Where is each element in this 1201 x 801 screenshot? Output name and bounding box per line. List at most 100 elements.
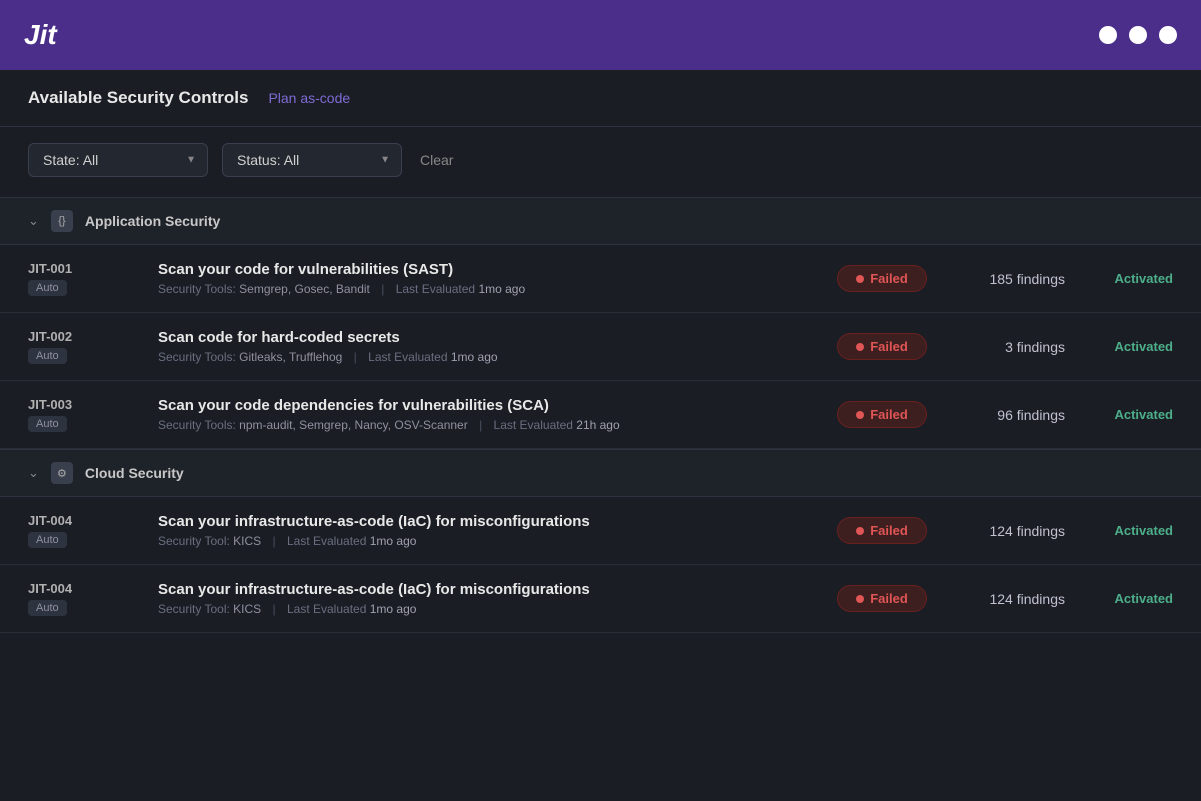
item-badge-0-0: Auto: [28, 280, 67, 296]
status-badge-0-1: Failed: [837, 333, 927, 360]
activated-label-1-1: Activated: [1093, 591, 1173, 606]
header-actions: [1099, 26, 1177, 44]
activated-label-1-0: Activated: [1093, 523, 1173, 538]
status-label-0-0: Failed: [870, 271, 908, 286]
section-header-app-security: ⌄ {} Application Security: [0, 197, 1201, 245]
findings-1-0: 124 findings: [955, 523, 1065, 539]
findings-0-1: 3 findings: [955, 339, 1065, 355]
state-filter-select[interactable]: State: All Activated Deactivated: [28, 143, 208, 177]
section-header-cloud-security: ⌄ ⚙ Cloud Security: [0, 449, 1201, 497]
status-badge-1-0: Failed: [837, 517, 927, 544]
item-right-0-0: Failed 185 findings Activated: [837, 265, 1173, 292]
item-id-1-0: JIT-004: [28, 513, 158, 528]
item-left-0-2: JIT-003 Auto: [28, 397, 158, 432]
item-meta-0-1: Security Tools: Gitleaks, Trufflehog | L…: [158, 350, 817, 364]
item-right-0-2: Failed 96 findings Activated: [837, 401, 1173, 428]
findings-0-0: 185 findings: [955, 271, 1065, 287]
eval-label-1-1: Last Evaluated: [287, 602, 366, 616]
item-badge-0-2: Auto: [28, 416, 67, 432]
page-title: Available Security Controls: [28, 88, 248, 108]
section-title-app-security: Application Security: [85, 213, 220, 229]
findings-1-1: 124 findings: [955, 591, 1065, 607]
eval-value-1-1: 1mo ago: [370, 602, 417, 616]
item-title-1-0: Scan your infrastructure-as-code (IaC) f…: [158, 513, 817, 530]
item-right-1-1: Failed 124 findings Activated: [837, 585, 1173, 612]
eval-label-0-1: Last Evaluated: [368, 350, 447, 364]
header-dot-1[interactable]: [1099, 26, 1117, 44]
tools-label-1-0: Security Tool:: [158, 534, 230, 548]
item-id-1-1: JIT-004: [28, 581, 158, 596]
state-filter-wrapper: State: All Activated Deactivated: [28, 143, 208, 177]
item-left-1-1: JIT-004 Auto: [28, 581, 158, 616]
tools-label-1-1: Security Tool:: [158, 602, 230, 616]
eval-value-0-2: 21h ago: [576, 418, 619, 432]
item-left-0-0: JIT-001 Auto: [28, 261, 158, 296]
item-title-1-1: Scan your infrastructure-as-code (IaC) f…: [158, 581, 817, 598]
separator-0-2: |: [479, 418, 482, 432]
item-center-1-0: Scan your infrastructure-as-code (IaC) f…: [158, 513, 817, 548]
item-right-1-0: Failed 124 findings Activated: [837, 517, 1173, 544]
eval-value-1-0: 1mo ago: [370, 534, 417, 548]
item-title-0-1: Scan code for hard-coded secrets: [158, 329, 817, 346]
eval-label-1-0: Last Evaluated: [287, 534, 366, 548]
item-center-0-2: Scan your code dependencies for vulnerab…: [158, 397, 817, 432]
tools-value-1-0: KICS: [233, 534, 261, 548]
subheader: Available Security Controls Plan as-code: [0, 70, 1201, 127]
eval-label-0-0: Last Evaluated: [396, 282, 475, 296]
tools-label-0-0: Security Tools:: [158, 282, 236, 296]
status-label-1-1: Failed: [870, 591, 908, 606]
eval-label-0-2: Last Evaluated: [494, 418, 573, 432]
activated-label-0-0: Activated: [1093, 271, 1173, 286]
separator-0-1: |: [354, 350, 357, 364]
section-icon-app-security: {}: [51, 210, 73, 232]
item-badge-1-0: Auto: [28, 532, 67, 548]
status-label-0-2: Failed: [870, 407, 908, 422]
item-center-1-1: Scan your infrastructure-as-code (IaC) f…: [158, 581, 817, 616]
status-dot-0-1: [856, 343, 864, 351]
item-row-1-0[interactable]: JIT-004 Auto Scan your infrastructure-as…: [0, 497, 1201, 565]
tools-label-0-1: Security Tools:: [158, 350, 236, 364]
findings-0-2: 96 findings: [955, 407, 1065, 423]
item-meta-1-1: Security Tool: KICS | Last Evaluated 1mo…: [158, 602, 817, 616]
clear-filters-button[interactable]: Clear: [416, 144, 457, 176]
separator-0-0: |: [381, 282, 384, 296]
filters-bar: State: All Activated Deactivated Status:…: [0, 127, 1201, 197]
tools-value-0-1: Gitleaks, Trufflehog: [239, 350, 342, 364]
tools-value-1-1: KICS: [233, 602, 261, 616]
status-filter-wrapper: Status: All Failed Passed Never Run: [222, 143, 402, 177]
item-row-1-1[interactable]: JIT-004 Auto Scan your infrastructure-as…: [0, 565, 1201, 633]
item-left-0-1: JIT-002 Auto: [28, 329, 158, 364]
status-dot-0-0: [856, 275, 864, 283]
tools-value-0-0: Semgrep, Gosec, Bandit: [239, 282, 370, 296]
status-dot-0-2: [856, 411, 864, 419]
item-center-0-1: Scan code for hard-coded secrets Securit…: [158, 329, 817, 364]
section-chevron-app-security[interactable]: ⌄: [28, 213, 39, 229]
item-meta-1-0: Security Tool: KICS | Last Evaluated 1mo…: [158, 534, 817, 548]
eval-value-0-0: 1mo ago: [478, 282, 525, 296]
item-title-0-0: Scan your code for vulnerabilities (SAST…: [158, 261, 817, 278]
status-dot-1-0: [856, 527, 864, 535]
status-filter-select[interactable]: Status: All Failed Passed Never Run: [222, 143, 402, 177]
header-dot-3[interactable]: [1159, 26, 1177, 44]
item-meta-0-0: Security Tools: Semgrep, Gosec, Bandit |…: [158, 282, 817, 296]
item-left-1-0: JIT-004 Auto: [28, 513, 158, 548]
status-dot-1-1: [856, 595, 864, 603]
item-row-0-1[interactable]: JIT-002 Auto Scan code for hard-coded se…: [0, 313, 1201, 381]
item-badge-1-1: Auto: [28, 600, 67, 616]
plan-as-code-link[interactable]: Plan as-code: [268, 90, 350, 106]
status-label-1-0: Failed: [870, 523, 908, 538]
separator-1-1: |: [273, 602, 276, 616]
section-chevron-cloud-security[interactable]: ⌄: [28, 465, 39, 481]
header-dot-2[interactable]: [1129, 26, 1147, 44]
separator-1-0: |: [273, 534, 276, 548]
item-row-0-0[interactable]: JIT-001 Auto Scan your code for vulnerab…: [0, 245, 1201, 313]
app-logo: Jit: [24, 19, 57, 51]
tools-value-0-2: npm-audit, Semgrep, Nancy, OSV-Scanner: [239, 418, 468, 432]
item-badge-0-1: Auto: [28, 348, 67, 364]
activated-label-0-1: Activated: [1093, 339, 1173, 354]
status-label-0-1: Failed: [870, 339, 908, 354]
app-header: Jit: [0, 0, 1201, 70]
item-row-0-2[interactable]: JIT-003 Auto Scan your code dependencies…: [0, 381, 1201, 449]
sections-container: ⌄ {} Application Security JIT-001 Auto S…: [0, 197, 1201, 633]
status-badge-1-1: Failed: [837, 585, 927, 612]
